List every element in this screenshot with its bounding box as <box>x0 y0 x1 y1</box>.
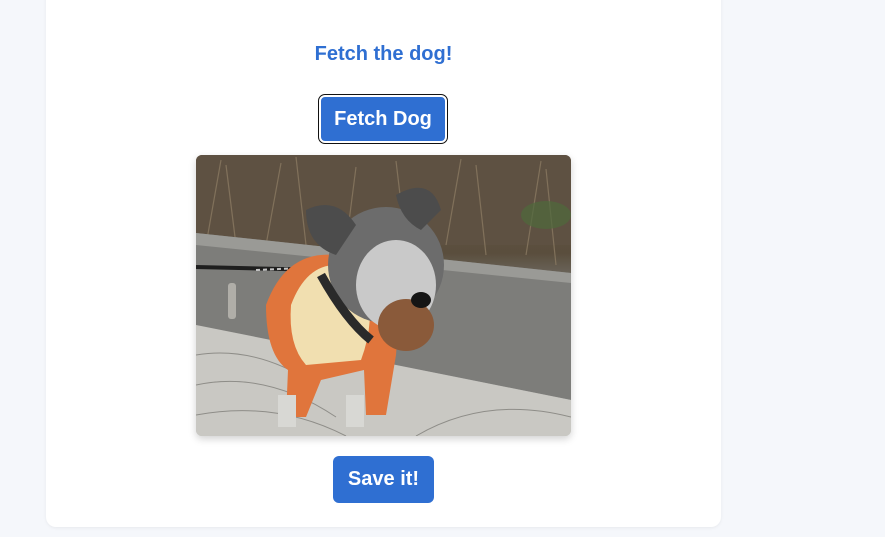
dog-photo-illustration <box>196 155 571 436</box>
fetch-dog-button[interactable]: Fetch Dog <box>318 94 448 144</box>
page-title: Fetch the dog! <box>314 43 453 65</box>
main-card: Fetch the dog! Fetch Dog Save it! <box>46 0 721 527</box>
save-button[interactable]: Save it! <box>333 456 434 503</box>
dog-image <box>196 155 571 436</box>
